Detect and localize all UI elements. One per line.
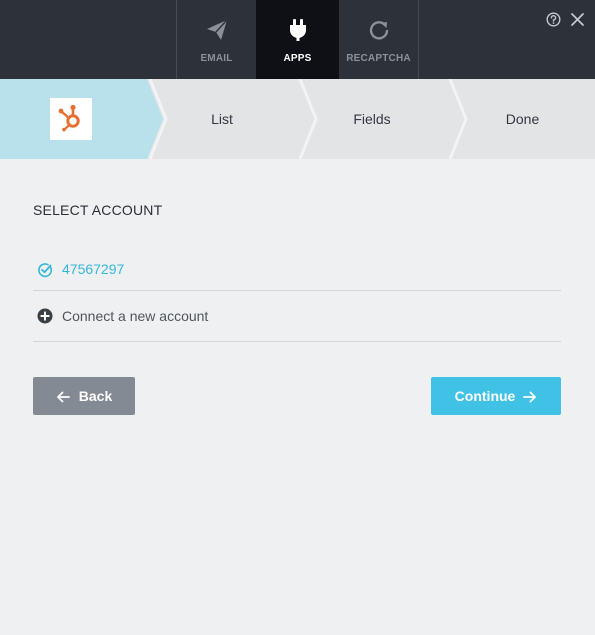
tab-apps[interactable]: APPS [256, 0, 339, 79]
help-icon[interactable] [546, 12, 561, 27]
step-app-hubspot[interactable] [50, 98, 92, 140]
plug-icon [288, 18, 308, 42]
account-option-existing[interactable]: 47567297 [33, 246, 561, 291]
arrow-right-icon [523, 390, 537, 403]
plus-circle-icon [37, 308, 53, 324]
step-fields[interactable]: Fields [316, 79, 428, 159]
tab-email-label: EMAIL [200, 53, 233, 64]
tab-email[interactable]: EMAIL [176, 0, 256, 79]
check-circle-icon [37, 262, 53, 278]
account-label: 47567297 [62, 261, 125, 277]
continue-button[interactable]: Continue [431, 377, 561, 415]
hubspot-logo [57, 102, 85, 137]
tab-apps-label: APPS [283, 53, 312, 64]
connect-new-account-label: Connect a new account [62, 308, 209, 324]
top-navigation-bar: EMAIL APPS RECAPTCHA [0, 0, 595, 79]
tab-recaptcha-label: RECAPTCHA [346, 53, 411, 64]
account-option-connect-new[interactable]: Connect a new account [33, 291, 561, 342]
step-list[interactable]: List [163, 79, 281, 159]
paper-plane-icon [206, 18, 228, 42]
continue-button-label: Continue [454, 388, 516, 404]
back-button-label: Back [78, 388, 113, 404]
tab-recaptcha[interactable]: RECAPTCHA [339, 0, 419, 79]
back-button[interactable]: Back [33, 377, 135, 415]
step-done[interactable]: Done [466, 79, 579, 159]
arrow-left-icon [56, 390, 70, 403]
step-progress-bar: List Fields Done [0, 79, 595, 159]
close-icon[interactable] [570, 12, 585, 27]
section-title: SELECT ACCOUNT [33, 202, 163, 218]
refresh-icon [368, 18, 390, 42]
